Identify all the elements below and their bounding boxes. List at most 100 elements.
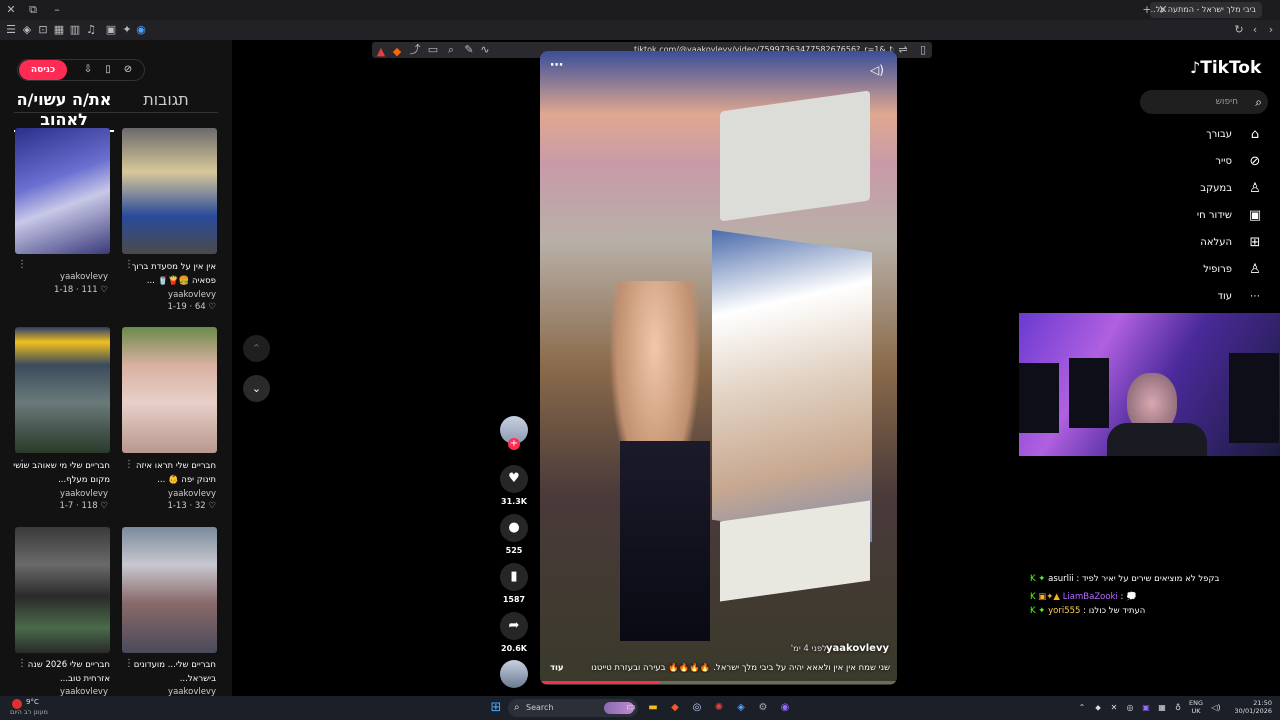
comment-action[interactable]: ● 525 <box>500 514 528 555</box>
video-author[interactable]: yaakovlevy <box>40 272 108 282</box>
tab-you-may-like[interactable]: את/ה עשוי/ה לאהוב <box>14 90 114 132</box>
chat-username[interactable]: yori555 <box>1048 606 1080 616</box>
tray-icon[interactable]: ◎ <box>1122 700 1138 716</box>
video-thumbnail[interactable] <box>122 327 217 453</box>
share-action[interactable]: ➦ 20.6K <box>500 612 528 653</box>
tray-icon[interactable]: ▦ <box>1154 700 1170 716</box>
weather-text[interactable]: מעונן רב היום <box>10 708 48 716</box>
chat-username[interactable]: LiamBaZooki <box>1063 592 1118 602</box>
nav-following[interactable]: ♙ במעקב <box>1150 180 1270 200</box>
more-icon[interactable]: ⋯ <box>550 56 570 76</box>
brave-browser-icon[interactable]: ◆ <box>667 700 683 716</box>
share-icon[interactable]: ⤴ <box>408 40 422 60</box>
video-thumbnail[interactable] <box>122 128 217 254</box>
video-thumbnail[interactable] <box>15 128 110 254</box>
app-icon[interactable]: ◉ <box>777 700 793 716</box>
previous-video-button[interactable]: ⌃ <box>243 335 270 362</box>
app-icon[interactable]: ◈ <box>733 700 749 716</box>
tiktok-logo[interactable]: ♪TikTok <box>1190 58 1266 78</box>
grid-icon[interactable]: ▦ <box>52 20 66 40</box>
pulse-icon[interactable]: ∿ <box>478 40 492 60</box>
puzzle-icon[interactable]: ✦ <box>120 20 134 40</box>
menu-icon[interactable]: ☰ <box>4 20 18 40</box>
chat-username[interactable]: asurlii <box>1048 574 1074 584</box>
video-thumbnail[interactable] <box>15 527 110 653</box>
minimize-icon[interactable]: – <box>50 0 64 20</box>
volume-icon[interactable]: ◁) <box>868 61 886 79</box>
bookmark-icon[interactable]: ▮ <box>500 563 528 591</box>
dancer-pants <box>620 441 710 641</box>
nav-live[interactable]: ▣ שידור חי <box>1150 207 1270 227</box>
app-icon[interactable]: ✺ <box>711 700 727 716</box>
video-author[interactable]: yaakovlevy <box>146 290 216 300</box>
steam-icon[interactable]: ◎ <box>689 700 705 716</box>
video-caption[interactable]: אין אין על מסעדת ברוך פסאיה 🍔🍟🥤 ... <box>116 260 216 288</box>
pip-icon[interactable]: ▭ <box>426 40 440 60</box>
nav-upload[interactable]: ⊞ העלאה <box>1150 234 1270 254</box>
tray-icon[interactable]: ▣ <box>1138 700 1154 716</box>
restore-icon[interactable]: ⧉ <box>26 0 40 20</box>
video-author-name[interactable]: yaakovlevy <box>826 643 889 654</box>
video-caption[interactable]: חבריים שלי תראו איזה תינוק יפה 👶 ... <box>116 459 216 487</box>
close-window-icon[interactable]: ✕ <box>4 0 18 20</box>
video-author[interactable]: yaakovlevy <box>146 489 216 499</box>
microphone-icon[interactable]: ♁ <box>1170 700 1186 716</box>
weather-temp[interactable]: 9°C <box>26 698 39 706</box>
video-author[interactable]: yaakovlevy <box>40 489 108 499</box>
taskbar-search[interactable]: ⌕ Search <box>508 699 638 717</box>
translate-icon[interactable]: ⌕ <box>444 40 458 60</box>
windows-start-icon[interactable]: ⊞ <box>488 700 504 716</box>
sidebar-icon[interactable]: ▥ <box>68 20 82 40</box>
follow-plus-icon[interactable]: + <box>508 438 520 450</box>
extension-icon[interactable]: ⊡ <box>36 20 50 40</box>
nav-for-you[interactable]: ⌂ עבורך <box>1150 126 1270 146</box>
reload-icon[interactable]: ↻ <box>1232 20 1246 40</box>
share-icon[interactable]: ➦ <box>500 612 528 640</box>
file-explorer-icon[interactable]: ▬ <box>645 700 661 716</box>
screenshot-icon[interactable]: ▣ <box>104 20 118 40</box>
caption-more-link[interactable]: עוד <box>550 663 564 673</box>
tray-icon[interactable]: ⬥ <box>1090 700 1106 716</box>
video-caption[interactable]: חבריים שלי מי שאוהב שושי מקום מעלף... <box>10 459 110 487</box>
music-disc[interactable] <box>500 660 528 688</box>
video-author[interactable]: yaakovlevy <box>146 687 216 696</box>
music-icon[interactable]: ♫ <box>84 20 98 40</box>
back-icon[interactable]: ‹ <box>1248 20 1262 40</box>
more-options-icon[interactable]: ⋮ <box>17 259 27 270</box>
nav-profile[interactable]: ♙ פרופיל <box>1150 261 1270 281</box>
tray-icon[interactable]: ✕ <box>1106 700 1122 716</box>
video-player[interactable]: ⋯ ◁) yaakovlevy לפני 4 ימ' שני שמח אין א… <box>540 51 897 685</box>
clock[interactable]: 21:50 30/01/2026 <box>1232 699 1272 715</box>
language-indicator[interactable]: ENG UK <box>1188 699 1204 715</box>
video-thumbnail[interactable] <box>15 327 110 453</box>
next-video-button[interactable]: ⌄ <box>243 375 270 402</box>
heart-icon[interactable]: ♥ <box>500 465 528 493</box>
search-input[interactable]: חיפוש ⌕ <box>1140 90 1268 114</box>
tray-expand-icon[interactable]: ⌃ <box>1074 700 1090 716</box>
video-caption[interactable]: חבריים שלי 2026 שנה אזרחית טוב... <box>10 658 110 686</box>
tab-replies[interactable]: תגובות <box>118 90 214 110</box>
search-icon[interactable]: ⌕ <box>1255 90 1262 114</box>
settings-icon[interactable]: ⚙ <box>755 700 771 716</box>
brave-icon[interactable]: ◆ <box>390 42 404 62</box>
like-action[interactable]: ♥ 31.3K <box>500 465 528 506</box>
pen-icon[interactable]: ✎ <box>462 40 476 60</box>
nav-more[interactable]: ⋯ עוד <box>1150 288 1270 308</box>
bookmark-icon[interactable]: ▯ <box>916 40 930 60</box>
close-tab-icon[interactable]: ✕ <box>1156 0 1170 20</box>
forward-icon[interactable]: › <box>1264 20 1278 40</box>
save-action[interactable]: ▮ 1587 <box>500 563 528 604</box>
video-thumbnail[interactable] <box>122 527 217 653</box>
author-avatar[interactable]: + <box>500 416 528 456</box>
task-view-icon[interactable]: ▭ <box>623 700 639 716</box>
nav-explore[interactable]: ⊘ סייר <box>1150 153 1270 173</box>
video-caption[interactable]: חבריים שלי... מועדונים בישראל... <box>116 658 216 686</box>
volume-tray-icon[interactable]: ◁) <box>1208 700 1224 716</box>
sound-disc-icon[interactable] <box>500 660 528 688</box>
tune-icon[interactable]: ⇌ <box>896 40 910 60</box>
shield-icon[interactable]: ◈ <box>20 20 34 40</box>
video-author[interactable]: yaakovlevy <box>826 643 889 654</box>
audio-icon[interactable]: ◉ <box>134 20 148 40</box>
video-author[interactable]: yaakovlevy <box>40 687 108 696</box>
comment-icon[interactable]: ● <box>500 514 528 542</box>
